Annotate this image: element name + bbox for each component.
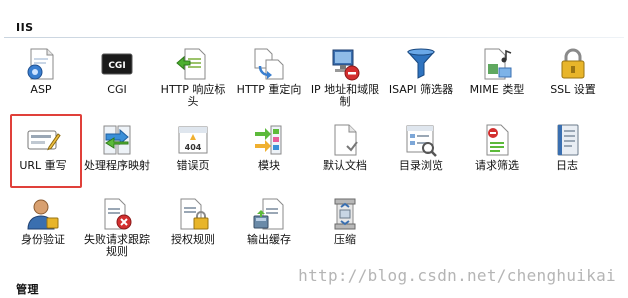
feature-default-document[interactable]: 默认文档 xyxy=(310,122,380,194)
feature-authentication[interactable]: 身份验证 xyxy=(8,196,78,268)
feature-error-pages[interactable]: 404 错误页 xyxy=(158,122,228,194)
modules-icon xyxy=(251,122,287,158)
mime-types-icon xyxy=(479,46,515,82)
feature-label: 请求筛选 xyxy=(475,159,519,172)
authorization-rules-icon xyxy=(175,196,211,232)
section-title-iis: IIS xyxy=(16,21,34,34)
feature-label: 授权规则 xyxy=(171,233,215,246)
cgi-icon: CGI xyxy=(99,46,135,82)
feature-label: 模块 xyxy=(258,159,280,172)
feature-ip-restrictions[interactable]: IP 地址和域限制 xyxy=(310,46,380,118)
feature-label: 目录浏览 xyxy=(399,159,443,172)
request-filtering-icon xyxy=(479,122,515,158)
feature-label: 处理程序映射 xyxy=(84,159,150,172)
asp-icon xyxy=(23,46,59,82)
feature-label: 输出缓存 xyxy=(247,233,291,246)
feature-authorization-rules[interactable]: 授权规则 xyxy=(158,196,228,268)
user-icon xyxy=(25,196,61,232)
error-pages-icon: 404 xyxy=(175,122,211,158)
feature-label: ISAPI 筛选器 xyxy=(388,83,454,96)
ip-restrictions-icon xyxy=(327,46,363,82)
feature-cgi[interactable]: CGI CGI xyxy=(82,46,152,118)
feature-label: 错误页 xyxy=(176,159,210,172)
feature-asp[interactable]: ASP xyxy=(6,46,76,118)
feature-logging[interactable]: 日志 xyxy=(532,122,602,194)
feature-label: 日志 xyxy=(556,159,578,172)
feature-label: 压缩 xyxy=(334,233,356,246)
feature-failed-request-tracing[interactable]: 失败请求跟踪规则 xyxy=(82,196,152,268)
feature-label: HTTP 重定向 xyxy=(236,83,302,96)
http-response-headers-icon xyxy=(175,46,211,82)
handler-mappings-icon xyxy=(99,122,135,158)
feature-label: ASP xyxy=(30,83,52,96)
http-redirect-icon xyxy=(251,46,287,82)
feature-ssl-settings[interactable]: SSL 设置 xyxy=(538,46,608,118)
section-title-manage: 管理 xyxy=(16,283,39,296)
feature-url-rewrite[interactable]: URL 重写 xyxy=(8,122,78,194)
feature-directory-browsing[interactable]: 目录浏览 xyxy=(386,122,456,194)
url-rewrite-icon xyxy=(25,122,61,158)
feature-label: URL 重写 xyxy=(19,159,67,172)
isapi-filters-icon xyxy=(403,46,439,82)
feature-label: 默认文档 xyxy=(323,159,367,172)
feature-compression[interactable]: 压缩 xyxy=(310,196,380,268)
feature-label: IP 地址和域限制 xyxy=(310,83,380,108)
feature-label: CGI xyxy=(107,83,127,96)
section-divider xyxy=(4,37,624,38)
failed-request-tracing-icon xyxy=(99,196,135,232)
watermark-text: http://blog.csdn.net/chenghuikai xyxy=(298,266,616,285)
output-caching-icon xyxy=(251,196,287,232)
feature-label: MIME 类型 xyxy=(469,83,525,96)
directory-browsing-icon xyxy=(403,122,439,158)
feature-label: SSL 设置 xyxy=(550,83,596,96)
compression-icon xyxy=(327,196,363,232)
feature-label: 失败请求跟踪规则 xyxy=(84,233,150,258)
feature-modules[interactable]: 模块 xyxy=(234,122,304,194)
feature-http-response-headers[interactable]: HTTP 响应标头 xyxy=(158,46,228,118)
feature-http-redirect[interactable]: HTTP 重定向 xyxy=(234,46,304,118)
feature-mime-types[interactable]: MIME 类型 xyxy=(462,46,532,118)
error-pages-icon-text: 404 xyxy=(185,143,202,152)
feature-label: 身份验证 xyxy=(21,233,65,246)
section-header-iis: IIS xyxy=(0,18,628,38)
logging-icon xyxy=(549,122,585,158)
document-icon xyxy=(327,122,363,158)
cgi-icon-text: CGI xyxy=(108,61,125,71)
feature-output-caching[interactable]: 输出缓存 xyxy=(234,196,304,268)
feature-isapi-filters[interactable]: ISAPI 筛选器 xyxy=(386,46,456,118)
lock-icon xyxy=(555,46,591,82)
feature-handler-mappings[interactable]: 处理程序映射 xyxy=(82,122,152,194)
feature-label: HTTP 响应标头 xyxy=(160,83,226,108)
feature-request-filtering[interactable]: 请求筛选 xyxy=(462,122,532,194)
